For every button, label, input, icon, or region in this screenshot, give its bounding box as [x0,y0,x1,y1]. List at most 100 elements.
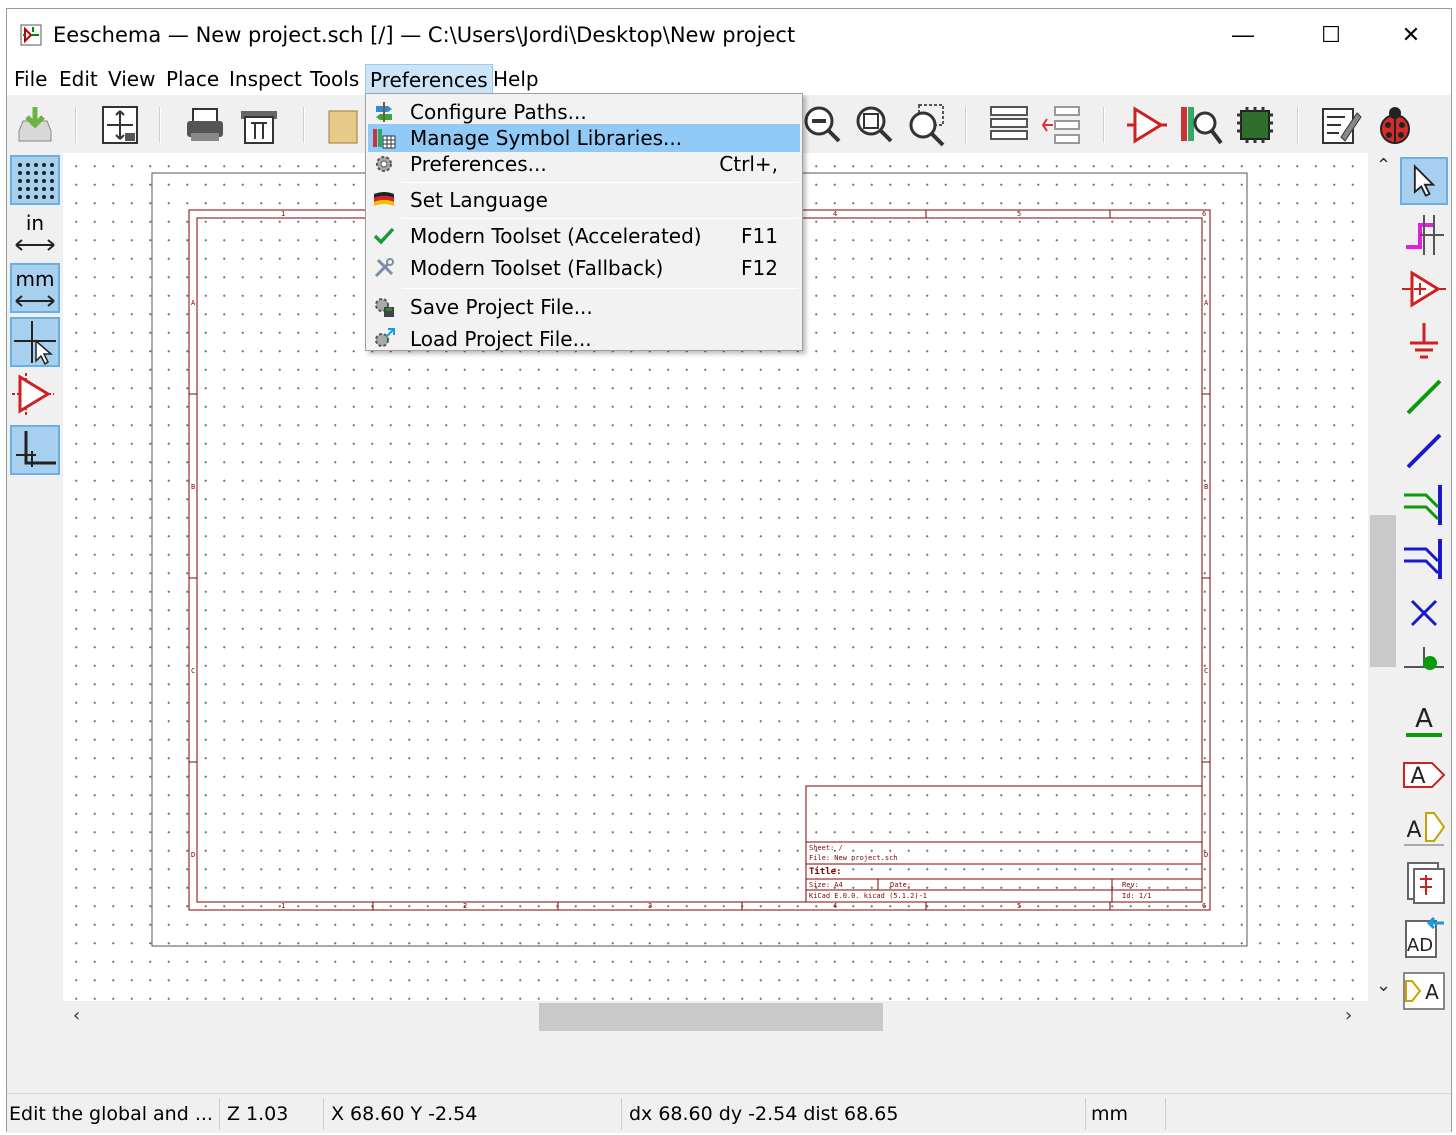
menu-item-preferences[interactable]: Preferences... Ctrl+, [368,150,800,178]
row-label: D [191,851,195,859]
zoom-fit-icon[interactable] [853,103,897,147]
hidden-pins-button[interactable] [10,371,60,421]
add-label-icon[interactable]: A [1400,697,1448,745]
page-settings-icon[interactable] [99,103,143,147]
footprint-assign-icon[interactable] [1233,103,1277,147]
scroll-left-icon[interactable]: ‹ [73,1005,80,1026]
save-project-icon [375,298,394,317]
vertical-scroll-thumb[interactable] [1370,515,1396,667]
arrow-horizontal-icon [15,295,55,307]
status-xy: X 68.60 Y -2.54 [331,1103,478,1125]
import-sheet-pin-icon[interactable]: AD [1400,913,1448,961]
menu-item-modern-toolset-fallback[interactable]: Modern Toolset (Fallback) F12 [368,254,800,282]
col-label: 5 [1017,210,1021,218]
row-label: B [191,483,195,491]
horizontal-scrollbar[interactable]: ‹ › [63,1001,1368,1033]
full-crosshair-button[interactable] [10,317,60,367]
scroll-right-icon[interactable]: › [1345,1005,1352,1026]
col-label: 1 [281,210,285,218]
paste-icon[interactable] [325,103,369,147]
menu-item-set-language[interactable]: Set Language [368,186,800,214]
menu-help[interactable]: Help [489,64,543,94]
print-icon[interactable] [183,103,227,147]
row-label: C [1204,667,1208,675]
left-toolbar: in mm [7,153,63,1093]
crosshair-cursor-icon [14,321,56,366]
menu-place[interactable]: Place [162,64,223,94]
status-divider [219,1098,220,1130]
menu-edit[interactable]: Edit [55,64,102,94]
save-icon[interactable] [13,103,57,147]
erc-ladybug-icon[interactable] [1373,103,1417,147]
menu-tools[interactable]: Tools [306,64,363,94]
col-label: 3 [648,902,652,910]
title-block-sheet: Sheet: / [809,844,843,852]
svg-text:AD: AD [1407,935,1433,956]
leave-sheet-icon[interactable] [1039,103,1083,147]
hv-only-button[interactable] [10,425,60,475]
row-label: D [1204,851,1208,859]
menu-item-configure-paths[interactable]: Configure Paths... [368,98,800,126]
title-block-file: File: New project.sch [809,854,898,862]
symbol-browser-icon[interactable] [1179,103,1223,147]
menu-preferences[interactable]: Preferences [365,64,493,94]
menu-item-modern-toolset-accelerated[interactable]: Modern Toolset (Accelerated) F11 [368,222,800,250]
language-flag-icon [374,192,394,206]
menu-item-load-project-file[interactable]: Load Project File... [368,325,800,353]
status-units: mm [1091,1103,1129,1125]
col-label: 6 [1202,210,1206,218]
menu-item-label: Save Project File... [410,295,593,319]
zoom-out-icon[interactable] [801,103,845,147]
status-divider [1165,1098,1166,1130]
highlight-net-icon[interactable] [1400,211,1448,259]
add-bus-icon[interactable] [1400,427,1448,475]
add-sheet-pin-icon[interactable]: A [1400,967,1448,1015]
zoom-selection-icon[interactable] [905,103,949,147]
menu-view[interactable]: View [104,64,159,94]
bus-to-bus-entry-icon[interactable] [1400,535,1448,583]
scroll-up-icon[interactable]: ⌃ [1376,155,1391,176]
add-wire-icon[interactable] [1400,373,1448,421]
row-label: A [191,299,196,307]
add-sheet-icon[interactable] [1400,859,1448,907]
wire-to-bus-entry-icon[interactable] [1400,481,1448,529]
close-button[interactable]: ✕ [1371,9,1451,61]
menu-inspect[interactable]: Inspect [225,64,306,94]
plot-icon[interactable] [237,103,281,147]
scroll-down-icon[interactable]: ⌄ [1376,975,1391,996]
menu-item-label: Set Language [410,188,548,212]
load-project-icon [375,328,395,347]
add-global-label-icon[interactable]: A [1400,751,1448,799]
maximize-button[interactable]: ☐ [1291,9,1371,61]
status-delta: dx 68.60 dy -2.54 dist 68.65 [629,1103,899,1125]
menu-file[interactable]: File [10,64,51,94]
toolbar-separator [1103,107,1105,143]
horizontal-scroll-thumb[interactable] [539,1003,883,1031]
symbol-editor-icon[interactable] [1125,103,1169,147]
vertical-scrollbar[interactable]: ⌃ ⌄ [1368,153,1398,1001]
menu-item-save-project-file[interactable]: Save Project File... [368,293,800,321]
add-junction-icon[interactable] [1400,643,1448,691]
row-label: B [1204,483,1208,491]
minimize-button[interactable]: — [1203,9,1283,61]
add-power-icon[interactable] [1400,319,1448,367]
menu-item-manage-symbol-libraries[interactable]: Manage Symbol Libraries... [368,124,800,152]
no-connect-icon[interactable] [1400,589,1448,637]
add-hierarchical-label-icon[interactable]: A [1400,805,1448,853]
col-label: 5 [1017,902,1021,910]
add-symbol-icon[interactable] [1400,265,1448,313]
checkmark-icon [373,227,395,245]
col-label: 4 [833,210,837,218]
hierarchy-navigator-icon[interactable] [987,103,1031,147]
units-mm-button[interactable]: mm [10,263,60,313]
eeschema-app-icon [20,24,42,46]
toolbar-separator [965,107,967,143]
bom-edit-icon[interactable] [1319,103,1363,147]
menu-separator [402,218,798,219]
select-arrow-icon[interactable] [1400,157,1448,205]
units-inch-button[interactable]: in [10,209,60,259]
grid-toggle-button[interactable] [10,155,60,205]
menu-item-label: Modern Toolset (Accelerated) [410,224,702,248]
title-block-title: Title: [809,866,842,877]
status-divider [323,1098,324,1130]
